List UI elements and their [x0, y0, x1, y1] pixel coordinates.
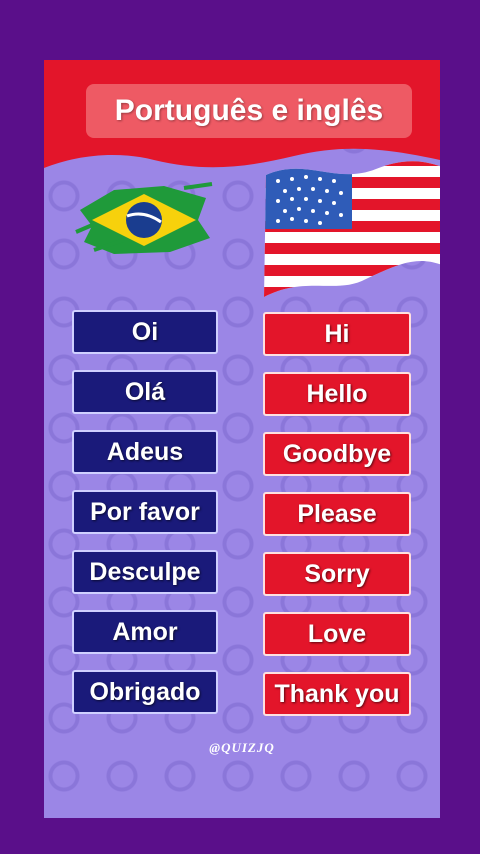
- english-word-box: Thank you: [263, 672, 411, 716]
- brazil-flag-icon: [75, 182, 213, 254]
- portuguese-word-box: Por favor: [72, 490, 218, 534]
- english-word-box: Sorry: [263, 552, 411, 596]
- portuguese-word-box: Obrigado: [72, 670, 218, 714]
- portuguese-word: Desculpe: [89, 557, 201, 586]
- english-word: Goodbye: [282, 439, 392, 468]
- portuguese-word-box: Olá: [72, 370, 218, 414]
- watermark: @QUIZJQ: [209, 740, 275, 755]
- portuguese-word: Oi: [131, 317, 159, 346]
- vocabulary-card: Português e inglês Oi Hi Olá Hello Adeus…: [44, 60, 440, 818]
- english-word: Love: [307, 619, 367, 648]
- portuguese-word: Amor: [112, 617, 178, 646]
- english-word-box: Please: [263, 492, 411, 536]
- portuguese-word: Olá: [124, 377, 166, 406]
- page-title: Português e inglês: [114, 94, 384, 127]
- english-word: Hello: [306, 379, 368, 408]
- english-word: Please: [297, 499, 377, 528]
- portuguese-word-box: Oi: [72, 310, 218, 354]
- english-word: Hi: [324, 319, 350, 348]
- portuguese-word: Por favor: [90, 497, 200, 526]
- english-word: Sorry: [304, 559, 370, 588]
- english-word: Thank you: [274, 679, 400, 708]
- english-word-box: Goodbye: [263, 432, 411, 476]
- portuguese-word: Obrigado: [89, 677, 201, 706]
- english-word-box: Love: [263, 612, 411, 656]
- portuguese-word-box: Amor: [72, 610, 218, 654]
- portuguese-word-box: Desculpe: [72, 550, 218, 594]
- english-word-box: Hello: [263, 372, 411, 416]
- portuguese-word: Adeus: [106, 437, 184, 466]
- usa-flag-icon: [264, 161, 440, 297]
- portuguese-word-box: Adeus: [72, 430, 218, 474]
- title-box: Português e inglês: [86, 84, 412, 138]
- english-word-box: Hi: [263, 312, 411, 356]
